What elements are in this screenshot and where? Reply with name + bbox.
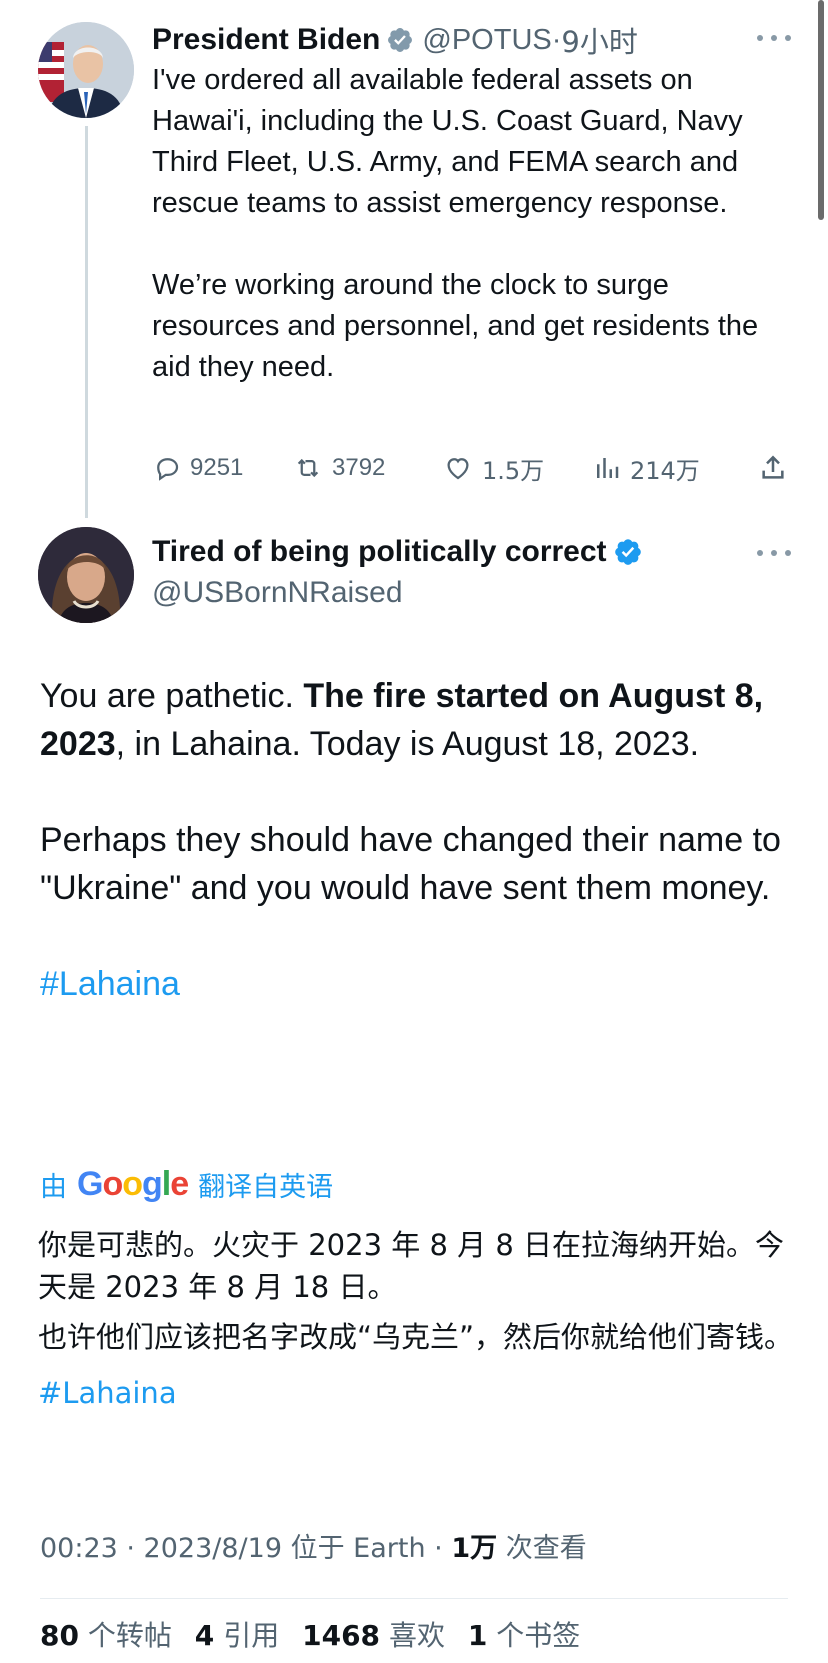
retweet-icon (297, 458, 319, 478)
timestamp[interactable]: 00:23 · 2023/8/19 位于 Earth · (40, 1533, 451, 1564)
author-handle[interactable]: @USBornNRaised (152, 576, 403, 610)
text-segment: , in Lahaina. Today is August 18, 2023. (115, 725, 700, 763)
like-count: 1.5万 (482, 456, 545, 485)
reply-button[interactable]: 9251 (152, 448, 243, 488)
tweet-text: I've ordered all available federal asset… (152, 60, 792, 388)
thread-line (85, 126, 88, 518)
views-count: 1万 (451, 1533, 498, 1564)
parent-tweet[interactable]: President Biden @POTUS · 9小时 I've ordere… (0, 0, 828, 520)
reposts-count: 80 (40, 1619, 79, 1652)
avatar[interactable] (38, 527, 134, 623)
translated-paragraph: 你是可悲的。火灾于 2023 年 8 月 8 日在拉海纳开始。今天是 2023 … (38, 1228, 785, 1304)
avatar[interactable] (38, 22, 134, 118)
likes-label: 喜欢 (388, 1619, 445, 1652)
hashtag-link[interactable]: #Lahaina (40, 960, 800, 1008)
tweet-header: Tired of being politically correct (152, 530, 758, 574)
tweet-paragraph: We’re working around the clock to surge … (152, 269, 759, 383)
divider (40, 1598, 788, 1599)
retweet-button[interactable]: 3792 (292, 448, 385, 488)
quotes-stat[interactable]: 4 引用 (195, 1619, 293, 1652)
tweet-paragraph: You are pathetic. The fire started on Au… (40, 672, 800, 768)
tweet-meta: 00:23 · 2023/8/19 位于 Earth · 1万 次查看 (40, 1526, 587, 1565)
translated-text: 你是可悲的。火灾于 2023 年 8 月 8 日在拉海纳开始。今天是 2023 … (38, 1224, 798, 1414)
engagement-stats: 80 个转帖 4 引用 1468 喜欢 1 个书签 (40, 1614, 594, 1654)
likes-stat[interactable]: 1468 喜欢 (302, 1619, 459, 1652)
share-button[interactable] (757, 448, 797, 488)
analytics-icon (597, 458, 619, 478)
bookmarks-label: 个书签 (496, 1619, 581, 1652)
views-button[interactable]: 214万 (592, 448, 700, 488)
tweet-header: President Biden @POTUS · 9小时 (152, 20, 768, 60)
retweet-count: 3792 (332, 454, 386, 481)
hashtag-link[interactable]: #Lahaina (38, 1372, 798, 1414)
tweet-time[interactable]: 9小时 (561, 19, 637, 61)
tweet-actions: 9251 3792 1.5万 214万 (152, 448, 792, 488)
translated-by-suffix: 翻译自英语 (198, 1171, 334, 1203)
quotes-label: 引用 (223, 1619, 280, 1652)
text-segment: You are pathetic. (40, 677, 304, 715)
tweet-paragraph: Perhaps they should have changed their n… (40, 821, 781, 907)
heart-icon (447, 458, 469, 480)
tweet-paragraph: I've ordered all available federal asset… (152, 64, 743, 219)
bookmarks-count: 1 (467, 1619, 488, 1652)
author-name[interactable]: President Biden (152, 23, 380, 57)
verified-badge-icon (614, 539, 641, 565)
translated-paragraph: 也许他们应该把名字改成“乌克兰”，然后你就给他们寄钱。 (38, 1320, 794, 1354)
share-icon (762, 455, 784, 479)
translation-attribution[interactable]: 由 Google 翻译自英语 (40, 1162, 333, 1206)
reposts-label: 个转帖 (87, 1619, 172, 1652)
translated-by-prefix: 由 (40, 1171, 67, 1203)
like-button[interactable]: 1.5万 (442, 448, 544, 488)
verified-badge-icon (388, 28, 413, 52)
bookmarks-stat[interactable]: 1 个书签 (468, 1619, 594, 1652)
tweet-text: You are pathetic. The fire started on Au… (40, 672, 800, 1008)
reply-count: 9251 (190, 454, 244, 481)
reply-icon (157, 458, 179, 481)
quotes-count: 4 (194, 1619, 215, 1652)
author-name[interactable]: Tired of being politically correct (152, 535, 607, 569)
likes-count: 1468 (302, 1619, 381, 1652)
author-handle[interactable]: @POTUS (422, 24, 551, 57)
more-options-icon[interactable] (754, 548, 794, 558)
google-logo: Google (77, 1164, 189, 1203)
views-label: 次查看 (497, 1533, 587, 1564)
separator: · (551, 23, 562, 56)
view-count: 214万 (630, 456, 700, 485)
reposts-stat[interactable]: 80 个转帖 (40, 1619, 186, 1652)
more-options-icon[interactable] (754, 33, 794, 43)
